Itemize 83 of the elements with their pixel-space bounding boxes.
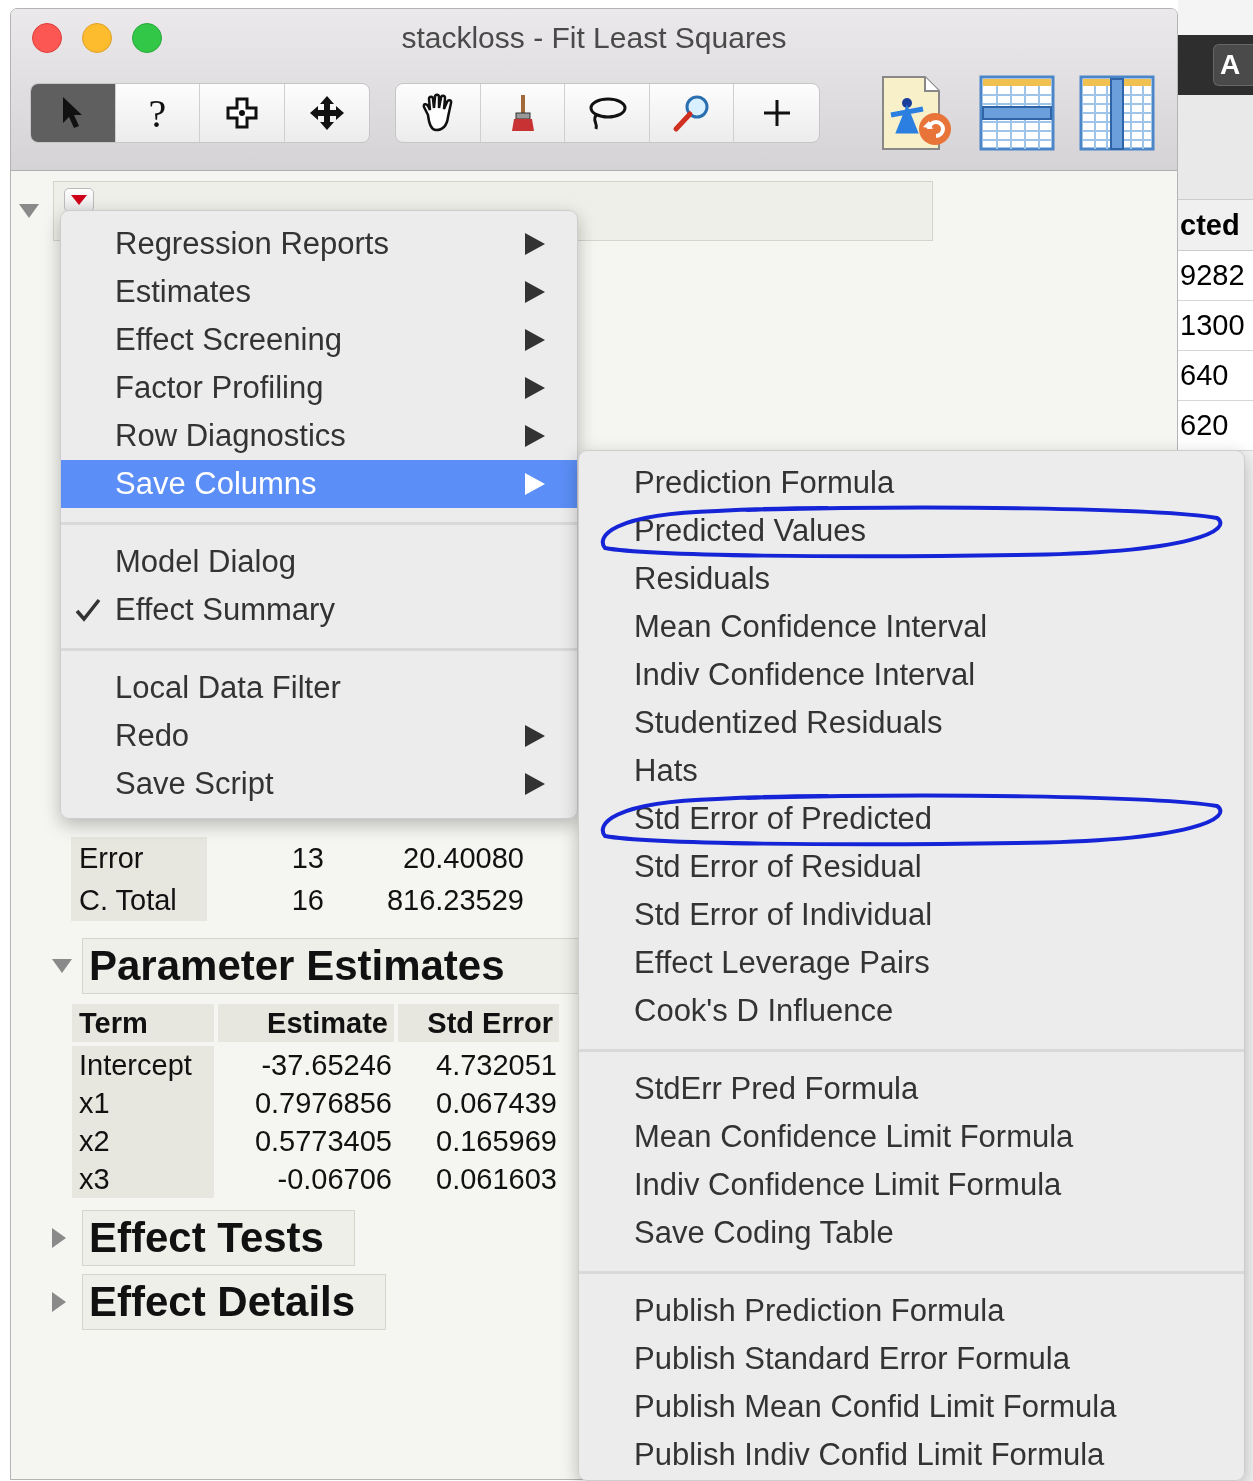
menu-item[interactable]: Publish Mean Confid Limit Formula [579, 1383, 1244, 1431]
menu-item[interactable]: Cook's D Influence [579, 987, 1244, 1035]
menu-item[interactable]: Effect Leverage Pairs [579, 939, 1244, 987]
submenu-arrow-icon [525, 377, 545, 399]
toolbar-button[interactable]: A [1213, 44, 1253, 86]
table-cell-text: -37.65246 [260, 1048, 393, 1083]
table-cell-text: 816.23529 [385, 883, 524, 918]
collapse-triangle-icon[interactable] [19, 204, 39, 218]
menu-item[interactable]: Mean Confidence Limit Formula [579, 1113, 1244, 1161]
submenu-arrow-icon [525, 281, 545, 303]
expand-triangle-icon[interactable] [52, 1292, 66, 1312]
menu-item[interactable]: Std Error of Predicted [579, 795, 1244, 843]
table-cell: 9282 [1178, 251, 1253, 301]
section-title: Parameter Estimates [89, 945, 505, 987]
menu-item[interactable]: Hats [579, 747, 1244, 795]
table-cell-text: -0.06706 [276, 1162, 393, 1197]
expand-triangle-icon[interactable] [52, 1228, 66, 1248]
table-cell-text: 20.40080 [402, 841, 524, 876]
table-cell-text: 16 [290, 883, 324, 918]
menu-item[interactable]: Residuals [579, 555, 1244, 603]
menu-item[interactable]: StdErr Pred Formula [579, 1065, 1244, 1113]
submenu-arrow-icon [525, 425, 545, 447]
submenu-arrow-icon [525, 725, 545, 747]
menu-item[interactable]: Predicted Values [579, 507, 1244, 555]
submenu-arrow-icon [525, 773, 545, 795]
menu-item[interactable]: Local Data Filter [61, 664, 577, 712]
table-cell: x1 [72, 1084, 214, 1122]
table-cell: 620 [1178, 401, 1253, 451]
menu-item[interactable]: Regression Reports [61, 220, 577, 268]
column-table-icon [1079, 75, 1155, 151]
table-cell: 640 [1178, 351, 1253, 401]
column-header: Term [72, 1004, 214, 1042]
row-table-icon [979, 75, 1055, 151]
table-cell-text: 0.5773405 [253, 1124, 393, 1159]
table-cell-text: 13 [290, 841, 324, 876]
table-cell-text: 0.7976856 [253, 1086, 393, 1121]
submenu-arrow-icon [525, 233, 545, 255]
section-title: Effect Tests [89, 1217, 324, 1259]
table-cell: Intercept [72, 1046, 214, 1084]
column-header: Std Error [398, 1004, 559, 1042]
section-header[interactable]: Effect Details [82, 1274, 387, 1330]
menu-item[interactable]: Publish Indiv Confid Limit Formula [579, 1431, 1244, 1479]
window-title: stackloss - Fit Least Squares [401, 21, 787, 55]
submenu-arrow-icon [525, 329, 545, 351]
menu-item[interactable]: Publish Prediction Formula [579, 1287, 1244, 1335]
toolbar-button[interactable] [977, 73, 1057, 153]
menu-item[interactable]: Prediction Formula [579, 459, 1244, 507]
close-button[interactable] [32, 23, 62, 53]
table-cell: x2 [72, 1122, 214, 1160]
dropdown-triangle-icon [71, 195, 87, 205]
menu-item[interactable]: Save Coding Table [579, 1209, 1244, 1257]
table-cell: C. Total [71, 879, 207, 921]
menu-item[interactable]: Indiv Confidence Interval [579, 651, 1244, 699]
menu-item[interactable]: Save Script [61, 760, 577, 808]
column-header: Estimate [218, 1004, 394, 1042]
table-cell-text: 0.061603 [435, 1162, 558, 1197]
menu-item[interactable]: Mean Confidence Interval [579, 603, 1244, 651]
table-cell-text: 0.165969 [435, 1124, 558, 1159]
table-cell: 1300 [1178, 301, 1253, 351]
menu-item[interactable]: Model Dialog [61, 538, 577, 586]
crosshair-icon [224, 96, 259, 130]
menu-item[interactable]: Factor Profiling [61, 364, 577, 412]
section-title: Effect Details [89, 1281, 356, 1323]
table-cell-text: 4.732051 [435, 1048, 558, 1083]
table-cell: x3 [72, 1160, 214, 1198]
menu-item[interactable]: Publish Standard Error Formula [579, 1335, 1244, 1383]
table-cell: Error [71, 837, 207, 879]
menu-item[interactable]: Studentized Residuals [579, 699, 1244, 747]
section-header[interactable]: Effect Tests [82, 1210, 355, 1266]
menu-item[interactable]: Std Error of Residual [579, 843, 1244, 891]
menu-item[interactable]: Redo [61, 712, 577, 760]
submenu-arrow-icon [525, 473, 545, 495]
move-icon [308, 95, 345, 131]
menu-item[interactable]: Estimates [61, 268, 577, 316]
menu-item[interactable]: Row Diagnostics [61, 412, 577, 460]
collapse-triangle-icon[interactable] [52, 959, 72, 973]
menu-item[interactable]: Indiv Confidence Limit Formula [579, 1161, 1244, 1209]
toolbar-button[interactable] [1077, 73, 1157, 153]
options-menu-button[interactable] [64, 188, 94, 212]
menu-item[interactable]: Effect Screening [61, 316, 577, 364]
table-cell-text: 0.067439 [435, 1086, 558, 1121]
menu-item[interactable]: Std Error of Individual [579, 891, 1244, 939]
menu-item[interactable]: Effect Summary [61, 586, 577, 634]
